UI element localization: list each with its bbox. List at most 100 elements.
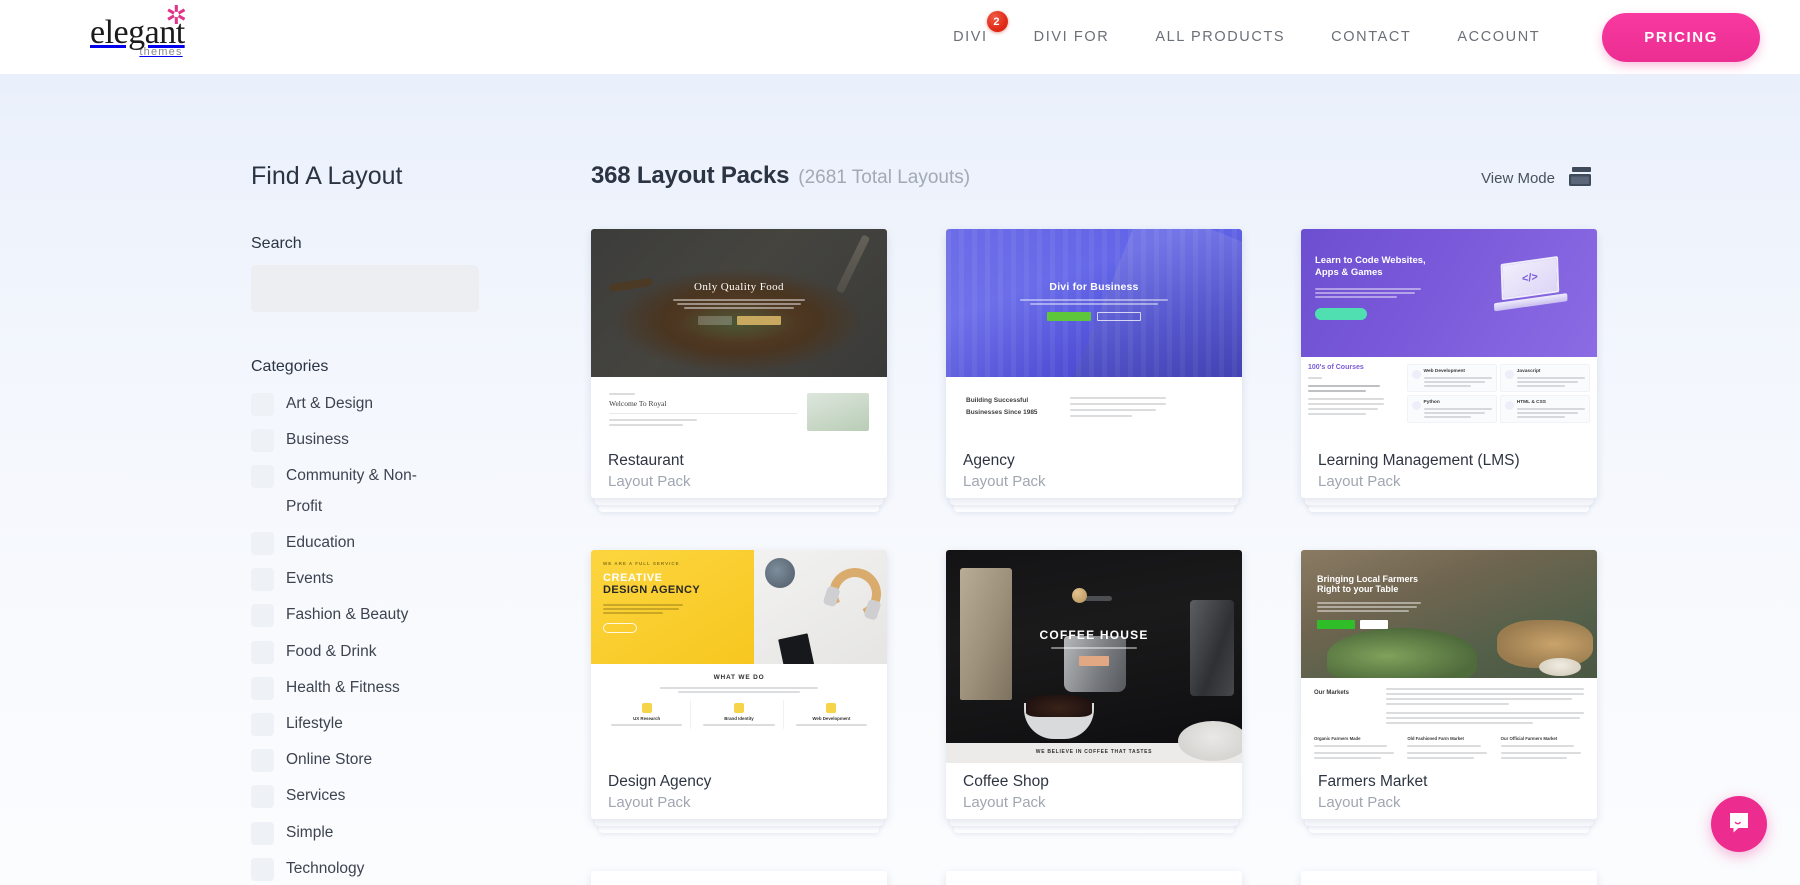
search-input[interactable] <box>251 265 479 312</box>
layout-pack-card-coffee-shop[interactable]: COFFEE HOUSE WE BELIEVE IN COFFEE THAT T… <box>946 550 1242 819</box>
checkbox[interactable] <box>251 822 274 845</box>
card[interactable]: Divi for Business <box>946 229 1242 498</box>
card-subtitle: Layout Pack <box>1318 472 1580 492</box>
feature-icon <box>642 703 652 713</box>
body-heading: 100's of Courses <box>1308 364 1403 371</box>
nav-item-contact[interactable]: CONTACT <box>1331 23 1411 51</box>
card[interactable]: COFFEE HOUSE WE BELIEVE IN COFFEE THAT T… <box>946 550 1242 819</box>
layout-pack-card-next-row[interactable] <box>1301 871 1597 885</box>
card[interactable]: WE ARE A FULL SERVICE CREATIVE DESIGN AG… <box>591 550 887 819</box>
category-filter-education[interactable]: Education <box>251 525 551 561</box>
body-heading: Welcome To Royal <box>609 399 797 408</box>
checkbox[interactable] <box>251 393 274 416</box>
category-label: Online Store <box>286 745 372 775</box>
card-info: Agency Layout Pack <box>946 447 1242 498</box>
card[interactable] <box>1301 871 1597 885</box>
checkbox[interactable] <box>251 429 274 452</box>
nav-item-divi-for[interactable]: DIVI FOR <box>1034 23 1110 51</box>
layout-pack-card-agency[interactable]: Divi for Business <box>946 229 1242 498</box>
checkbox[interactable] <box>251 785 274 808</box>
nav-item-divi[interactable]: DIVI 2 <box>953 23 988 51</box>
layout-pack-card-design-agency[interactable]: WE ARE A FULL SERVICE CREATIVE DESIGN AG… <box>591 550 887 819</box>
category-filter-events[interactable]: Events <box>251 561 551 597</box>
card-title: Agency <box>963 451 1225 472</box>
feature-title: Our Official Farmers Market <box>1501 736 1584 741</box>
pricing-button[interactable]: PRICING <box>1602 13 1760 62</box>
category-filter-art-design[interactable]: Art & Design <box>251 386 551 422</box>
checkbox[interactable] <box>251 604 274 627</box>
card-info: Coffee Shop Layout Pack <box>946 768 1242 819</box>
category-filter-simple[interactable]: Simple <box>251 815 551 851</box>
bowl-decoration <box>1178 721 1242 761</box>
card-thumbnail: WE ARE A FULL SERVICE CREATIVE DESIGN AG… <box>591 550 887 768</box>
category-label: Food & Drink <box>286 637 376 667</box>
layout-pack-card-restaurant[interactable]: Only Quality Food <box>591 229 887 498</box>
category-label: Health & Fitness <box>286 673 400 703</box>
layout-pack-card-learning-management[interactable]: Learn to Code Websites, Apps & Games </> <box>1301 229 1597 498</box>
hero-heading: Divi for Business <box>946 281 1242 293</box>
hero-eyebrow: WE ARE A FULL SERVICE <box>603 561 742 566</box>
layout-pack-card-next-row[interactable] <box>591 871 887 885</box>
category-filter-business[interactable]: Business <box>251 422 551 458</box>
site-logo[interactable]: elegant ✲ themes <box>90 16 185 58</box>
thumbnail-hero: Learn to Code Websites, Apps & Games </> <box>1301 229 1597 357</box>
card-title: Farmers Market <box>1318 772 1580 793</box>
thumbnail-body: Welcome To Royal <box>591 377 887 431</box>
feature-cell: Old Fashioned Farm Market <box>1407 736 1490 759</box>
feature-title: HTML & CSS <box>1517 400 1585 405</box>
asterisk-icon: ✲ <box>165 3 186 29</box>
card-thumbnail: Only Quality Food <box>591 229 887 447</box>
nav-item-account[interactable]: ACCOUNT <box>1457 23 1540 51</box>
nav-item-label: ACCOUNT <box>1457 29 1540 45</box>
thumbnail-body: WHAT WE DO UX Research <box>591 664 887 739</box>
category-filter-food-drink[interactable]: Food & Drink <box>251 634 551 670</box>
category-filter-fashion-beauty[interactable]: Fashion & Beauty <box>251 597 551 633</box>
card[interactable]: Only Quality Food <box>591 229 887 498</box>
hero-heading-2: Right to your Table <box>1317 584 1421 594</box>
checkbox[interactable] <box>251 677 274 700</box>
feature-cell: UX Research <box>603 700 691 729</box>
checkbox[interactable] <box>251 858 274 881</box>
category-label: Lifestyle <box>286 709 343 739</box>
card-thumbnail: COFFEE HOUSE WE BELIEVE IN COFFEE THAT T… <box>946 550 1242 768</box>
thumbnail-hero: Only Quality Food <box>591 229 887 377</box>
view-mode-toggle[interactable]: View Mode <box>1481 167 1591 191</box>
checkbox[interactable] <box>251 568 274 591</box>
layout-pack-card-next-row[interactable] <box>946 871 1242 885</box>
checkbox[interactable] <box>251 532 274 555</box>
card-info: Design Agency Layout Pack <box>591 768 887 819</box>
checkbox[interactable] <box>251 641 274 664</box>
logo-wordmark: elegant ✲ <box>90 16 185 50</box>
checkbox[interactable] <box>251 749 274 772</box>
succulent-decoration <box>765 558 795 588</box>
thumbnail-hero: Bringing Local Farmers Right to your Tab… <box>1301 550 1597 678</box>
card-info: Farmers Market Layout Pack <box>1301 768 1597 819</box>
category-filter-lifestyle[interactable]: Lifestyle <box>251 706 551 742</box>
card-subtitle: Layout Pack <box>608 472 870 492</box>
grid-view-icon[interactable] <box>1569 167 1591 191</box>
checkbox[interactable] <box>251 465 274 488</box>
hero-heading: Learn to Code Websites, Apps & Games <box>1315 255 1443 281</box>
chat-launcher-button[interactable] <box>1711 796 1767 852</box>
nav-item-all-products[interactable]: ALL PRODUCTS <box>1155 23 1285 51</box>
layout-pack-card-farmers-market[interactable]: Bringing Local Farmers Right to your Tab… <box>1301 550 1597 819</box>
category-filter-health-fitness[interactable]: Health & Fitness <box>251 670 551 706</box>
card[interactable]: Learn to Code Websites, Apps & Games </> <box>1301 229 1597 498</box>
feature-title: Web Development <box>1424 369 1492 374</box>
checkbox[interactable] <box>251 713 274 736</box>
category-label: Events <box>286 564 333 594</box>
chat-bubble-icon <box>1726 810 1752 839</box>
card[interactable] <box>946 871 1242 885</box>
category-filter-online-store[interactable]: Online Store <box>251 742 551 778</box>
category-filter-technology[interactable]: Technology <box>251 851 551 885</box>
card-thumbnail: Divi for Business <box>946 229 1242 447</box>
category-filter-community-non-profit[interactable]: Community & Non-Profit <box>251 458 551 524</box>
category-filter-services[interactable]: Services <box>251 778 551 814</box>
card[interactable] <box>591 871 887 885</box>
layout-pack-browser: 368 Layout Packs (2681 Total Layouts) Vi… <box>591 74 1800 885</box>
card[interactable]: Bringing Local Farmers Right to your Tab… <box>1301 550 1597 819</box>
card-thumbnail <box>1301 871 1597 885</box>
phone-decoration <box>776 630 818 663</box>
site-header: elegant ✲ themes DIVI 2 DIVI FOR ALL PRO… <box>0 0 1800 74</box>
nav-item-label: DIVI FOR <box>1034 29 1110 45</box>
